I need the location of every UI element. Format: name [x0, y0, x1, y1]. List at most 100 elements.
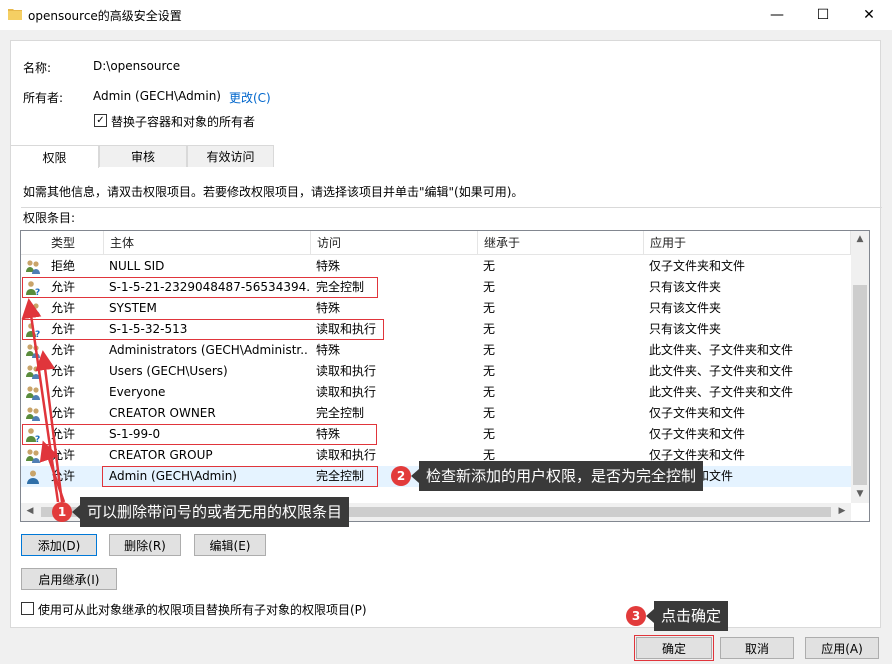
cell-inherited: 无: [483, 259, 496, 273]
cell-applies: 此文件夹、子文件夹和文件: [649, 343, 794, 357]
table-row[interactable]: ? 允许 S-1-5-32-513 读取和执行 无 只有该文件夹: [21, 319, 851, 340]
unknown-user-icon: ?: [25, 322, 41, 340]
replace-child-label: 使用可从此对象继承的权限项目替换所有子对象的权限项目(P): [38, 603, 367, 617]
cell-applies: 仅子文件夹和文件: [649, 259, 746, 273]
name-value: D:\opensource: [93, 59, 181, 73]
unknown-user-icon: ?: [25, 427, 41, 445]
cell-type: 允许: [51, 322, 76, 336]
cell-applies: 仅子文件夹和文件: [649, 406, 746, 420]
column-inherited-from[interactable]: 继承于: [478, 231, 644, 255]
tab-auditing[interactable]: 审核: [99, 145, 187, 167]
svg-text:?: ?: [35, 330, 40, 338]
cancel-button[interactable]: 取消: [720, 637, 794, 659]
close-button[interactable]: ✕: [846, 0, 892, 30]
group-user-icon: [25, 259, 41, 275]
annotation-2-callout: 检查新添加的用户权限，是否为完全控制: [419, 461, 704, 491]
owner-value: Admin (GECH\Admin): [93, 89, 221, 103]
tab-permissions[interactable]: 权限: [10, 145, 99, 168]
hint-text: 如需其他信息，请双击权限项目。若要修改权限项目，请选择该项目并单击"编辑"(如果…: [23, 185, 524, 199]
cell-access: 特殊: [316, 301, 341, 315]
cell-applies: 此文件夹、子文件夹和文件: [649, 364, 794, 378]
column-applies-to[interactable]: 应用于: [644, 231, 851, 255]
cell-type: 允许: [51, 280, 76, 294]
cell-type: 允许: [51, 406, 76, 420]
table-row[interactable]: 允许 CREATOR OWNER 完全控制 无 仅子文件夹和文件: [21, 403, 851, 424]
cell-principal: S-1-99-0: [109, 427, 161, 441]
cell-inherited: 无: [483, 322, 496, 336]
group-user-icon: [25, 406, 41, 422]
enable-inheritance-button[interactable]: 启用继承(I): [21, 568, 117, 590]
ok-button[interactable]: 确定: [634, 635, 714, 661]
svg-text:?: ?: [35, 435, 40, 443]
cell-applies: 只有该文件夹: [649, 322, 722, 336]
cell-principal: Everyone: [109, 385, 166, 399]
add-button[interactable]: 添加(D): [21, 534, 97, 556]
scroll-left-icon[interactable]: ◀: [21, 506, 39, 516]
tab-rule: [21, 207, 882, 208]
cell-principal: CREATOR OWNER: [109, 406, 216, 420]
replace-owner-label: 替换子容器和对象的所有者: [111, 115, 256, 129]
cell-applies: 只有该文件夹: [649, 301, 722, 315]
cell-access: 特殊: [316, 259, 341, 273]
change-owner-link[interactable]: 更改(C): [229, 89, 271, 106]
cell-type: 允许: [51, 448, 76, 462]
tab-effective-access[interactable]: 有效访问: [187, 145, 274, 167]
cell-type: 允许: [51, 427, 76, 441]
cell-inherited: 无: [483, 406, 496, 420]
vertical-scroll-thumb[interactable]: [853, 285, 867, 485]
replace-owner-checkbox[interactable]: ✓: [94, 114, 107, 127]
annotation-2-notch: [411, 469, 419, 483]
scroll-up-icon[interactable]: ▲: [851, 234, 869, 244]
table-row[interactable]: 允许 Users (GECH\Users) 读取和执行 无 此文件夹、子文件夹和文件: [21, 361, 851, 382]
cell-access: 读取和执行: [316, 364, 377, 378]
cell-access: 完全控制: [316, 406, 365, 420]
table-row[interactable]: 允许 Administrators (GECH\Administr... 特殊 无 此文…: [21, 340, 851, 361]
cell-type: 允许: [51, 301, 76, 315]
cell-principal: SYSTEM: [109, 301, 157, 315]
cell-type: 拒绝: [51, 259, 76, 273]
annotation-3-callout: 点击确定: [654, 601, 729, 631]
cell-inherited: 无: [483, 427, 496, 441]
cell-access: 读取和执行: [316, 322, 377, 336]
cell-applies: 只有该文件夹: [649, 280, 722, 294]
cell-inherited: 无: [483, 301, 496, 315]
group-user-icon: [25, 301, 41, 317]
apply-button[interactable]: 应用(A): [805, 637, 879, 659]
cell-principal: S-1-5-32-513: [109, 322, 188, 336]
annotation-1-callout: 可以删除带问号的或者无用的权限条目: [80, 497, 350, 527]
cell-principal: Admin (GECH\Admin): [109, 469, 237, 483]
table-row[interactable]: 允许 Everyone 读取和执行 无 此文件夹、子文件夹和文件: [21, 382, 851, 403]
minimize-button[interactable]: —: [754, 0, 800, 30]
window-title: opensource的高级安全设置: [28, 9, 182, 23]
cell-applies: 仅子文件夹和文件: [649, 427, 746, 441]
cell-type: 允许: [51, 385, 76, 399]
column-access[interactable]: 访问: [311, 231, 478, 255]
cell-principal: S-1-5-21-2329048487-56534394...: [109, 280, 309, 294]
table-row[interactable]: 允许 SYSTEM 特殊 无 只有该文件夹: [21, 298, 851, 319]
group-user-icon: [25, 448, 41, 464]
annotation-1-notch: [72, 505, 80, 519]
remove-button[interactable]: 删除(R): [109, 534, 181, 556]
scroll-right-icon[interactable]: ▶: [833, 506, 851, 516]
edit-button[interactable]: 编辑(E): [194, 534, 266, 556]
cell-applies: 此文件夹、子文件夹和文件: [649, 385, 794, 399]
cell-type: 允许: [51, 364, 76, 378]
cell-access: 读取和执行: [316, 385, 377, 399]
table-row[interactable]: ? 允许 S-1-99-0 特殊 无 仅子文件夹和文件: [21, 424, 851, 445]
cell-inherited: 无: [483, 343, 496, 357]
table-row[interactable]: 拒绝 NULL SID 特殊 无 仅子文件夹和文件: [21, 256, 851, 277]
cell-inherited: 无: [483, 364, 496, 378]
table-row[interactable]: ? 允许 S-1-5-21-2329048487-56534394... 完全控制 无 只…: [21, 277, 851, 298]
scroll-down-icon[interactable]: ▼: [851, 489, 869, 499]
entries-label: 权限条目:: [23, 211, 76, 225]
maximize-button[interactable]: ☐: [800, 0, 846, 30]
cell-type: 允许: [51, 343, 76, 357]
folder-icon: [8, 8, 22, 20]
vertical-scrollbar[interactable]: ▲ ▼: [851, 231, 869, 503]
cell-access: 特殊: [316, 343, 341, 357]
replace-child-checkbox[interactable]: [21, 602, 34, 615]
column-principal[interactable]: 主体: [104, 231, 311, 255]
cell-principal: Administrators (GECH\Administr...: [109, 343, 309, 357]
annotation-3-notch: [646, 609, 654, 623]
column-type[interactable]: 类型: [45, 231, 104, 255]
